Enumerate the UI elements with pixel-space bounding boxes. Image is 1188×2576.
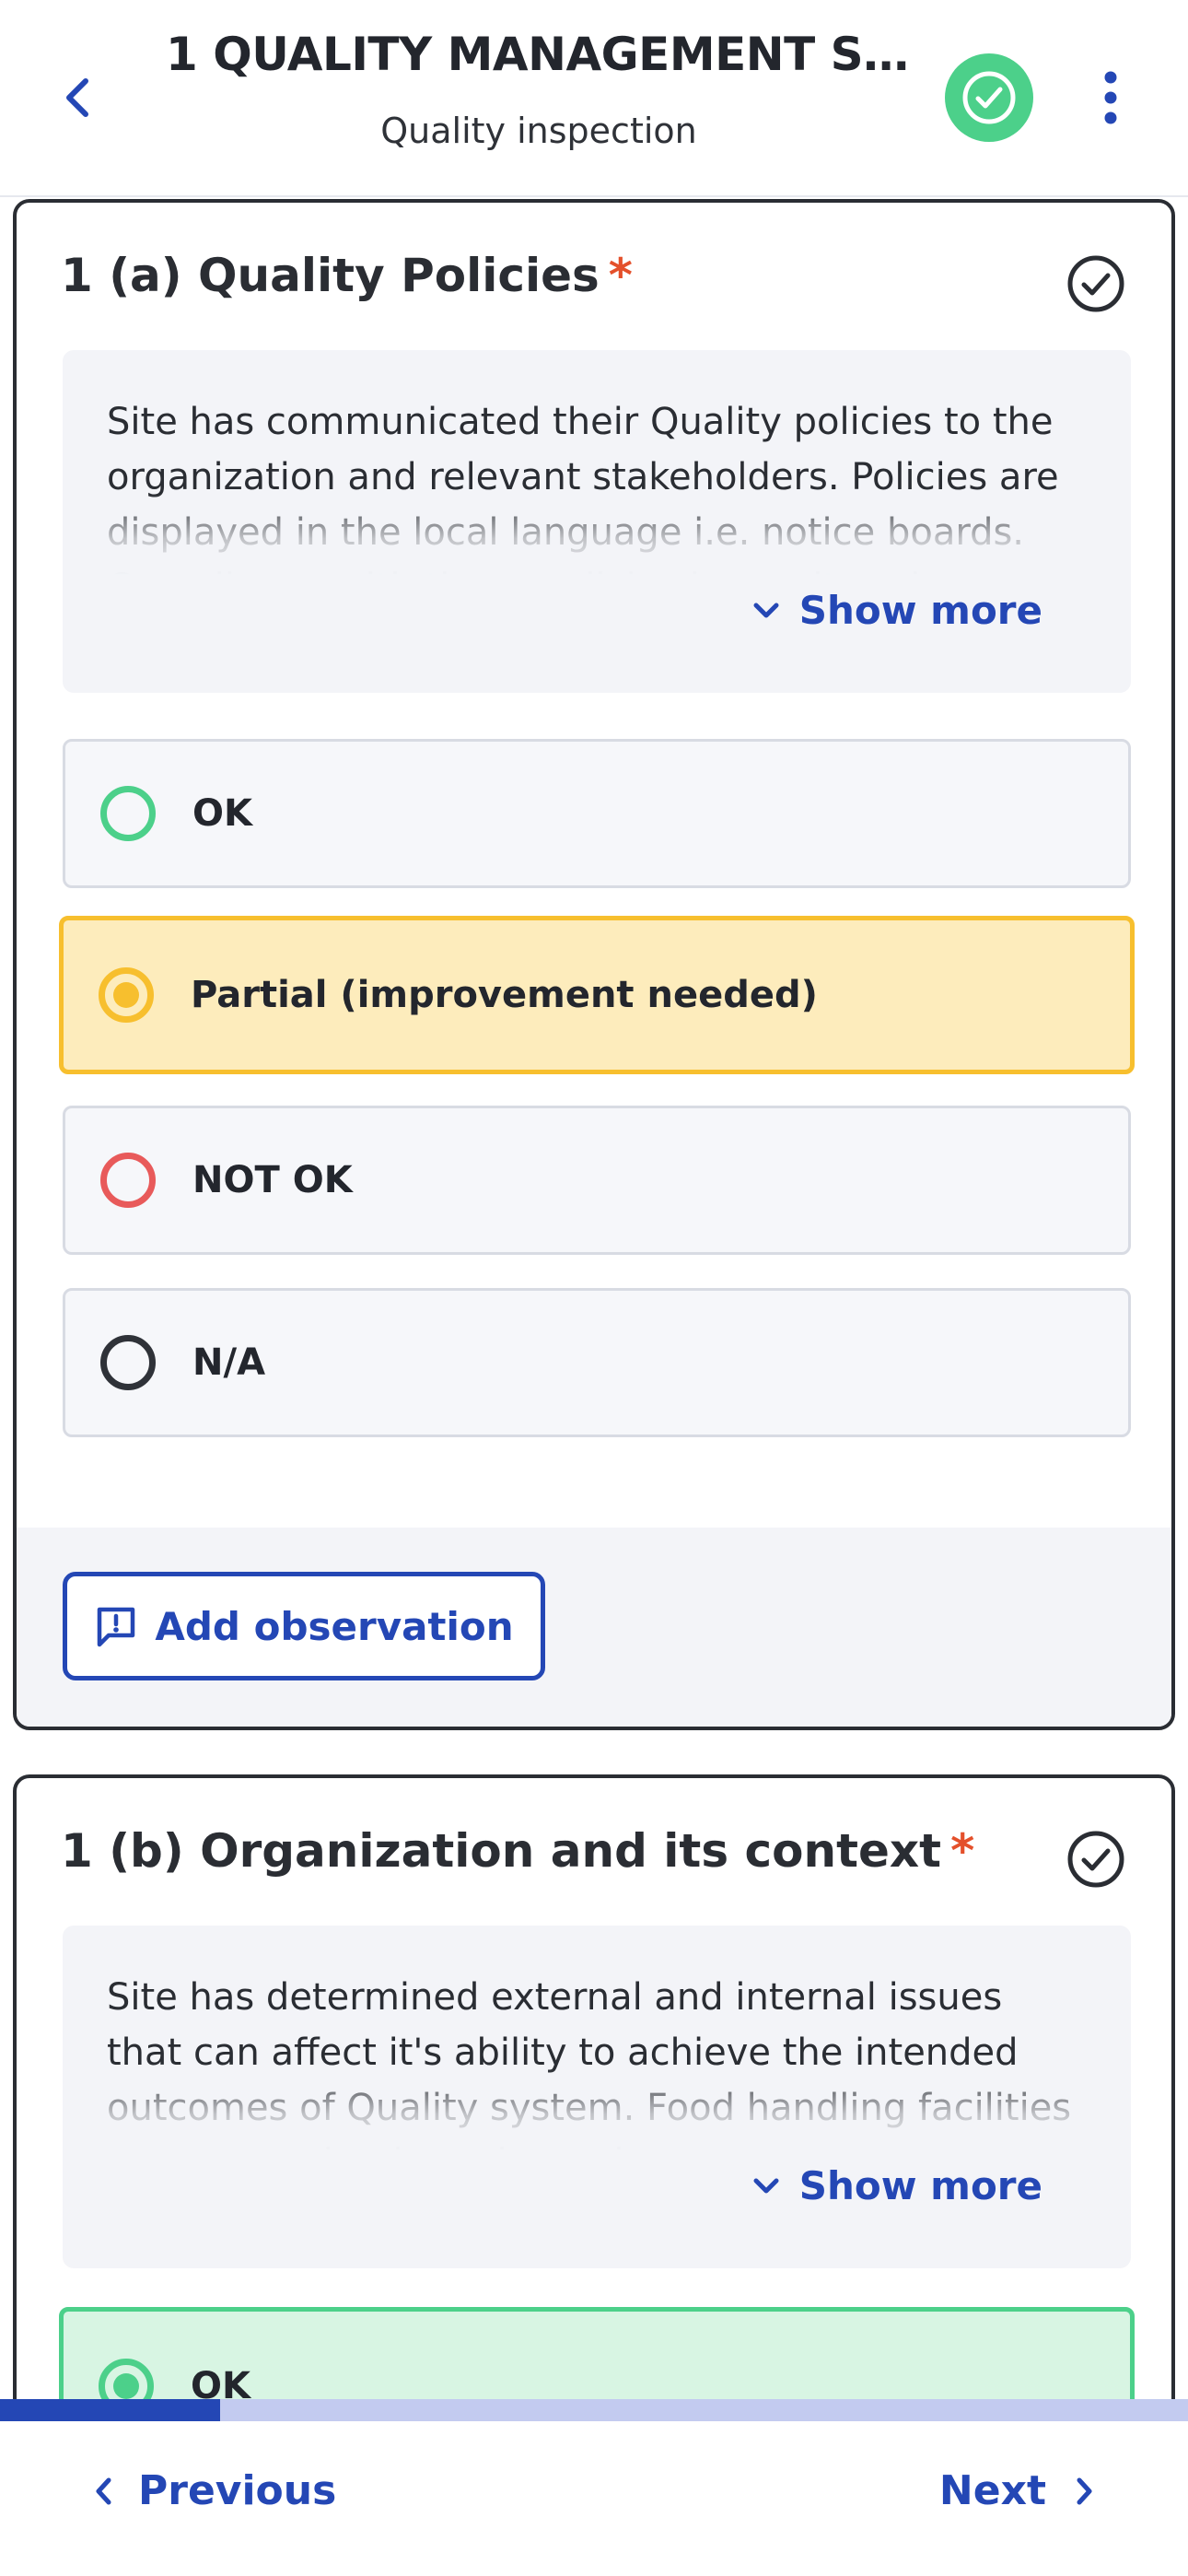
app-header: 1 QUALITY MANAGEMENT SYSTEM Quality insp…	[0, 0, 1188, 197]
radio-button[interactable]	[100, 786, 156, 841]
option-partial[interactable]: Partial (improvement needed)	[59, 916, 1135, 1074]
show-more-button[interactable]: Show more	[753, 588, 1042, 633]
required-mark: *	[950, 1824, 975, 1878]
page-subtitle: Quality inspection	[380, 111, 697, 151]
progress-fill	[0, 2399, 220, 2421]
status-badge[interactable]	[945, 53, 1033, 142]
comment-alert-icon	[98, 1607, 135, 1647]
next-button[interactable]: Next	[939, 2467, 1092, 2514]
back-button[interactable]	[52, 68, 103, 127]
observation-section: Add observation	[17, 1528, 1171, 1727]
show-more-button[interactable]: Show more	[753, 2163, 1042, 2208]
option-label: OK	[192, 792, 252, 835]
required-mark: *	[608, 249, 633, 302]
bottom-navigation: Previous Next	[0, 2421, 1188, 2576]
chevron-left-icon	[66, 78, 88, 117]
chevron-down-icon	[753, 603, 779, 617]
question-card: 1 (a) Quality Policies * Site has communi…	[13, 199, 1175, 1730]
radio-button-selected[interactable]	[99, 967, 154, 1023]
chevron-right-icon	[1077, 2477, 1092, 2504]
more-options-button[interactable]	[1087, 64, 1135, 131]
question-description: Site has communicated their Quality poli…	[63, 350, 1131, 693]
option-label: NOT OK	[192, 1159, 353, 1201]
check-circle-icon	[962, 71, 1016, 124]
page-title: 1 QUALITY MANAGEMENT SYSTEM	[166, 28, 912, 81]
previous-button[interactable]: Previous	[96, 2467, 336, 2514]
chevron-left-icon	[96, 2477, 111, 2504]
option-label: Partial (improvement needed)	[191, 974, 818, 1016]
option-label: N/A	[192, 1341, 266, 1384]
check-circle-icon	[1067, 255, 1124, 312]
option-not-ok[interactable]: NOT OK	[63, 1106, 1131, 1255]
more-vertical-icon	[1104, 71, 1117, 124]
add-observation-button[interactable]: Add observation	[63, 1572, 545, 1680]
check-circle-icon	[1067, 1831, 1124, 1888]
description-text: Site has determined external and interna…	[107, 1976, 1072, 2150]
radio-button[interactable]	[100, 1335, 156, 1390]
question-description: Site has determined external and interna…	[63, 1926, 1131, 2268]
option-na[interactable]: N/A	[63, 1288, 1131, 1437]
progress-bar	[0, 2399, 1188, 2421]
question-title: 1 (a) Quality Policies *	[61, 249, 633, 302]
radio-button[interactable]	[100, 1153, 156, 1208]
question-title: 1 (b) Organization and its context *	[61, 1824, 975, 1878]
description-text: Site has communicated their Quality poli…	[107, 401, 1059, 575]
chevron-down-icon	[753, 2178, 779, 2193]
option-ok[interactable]: OK	[63, 739, 1131, 888]
